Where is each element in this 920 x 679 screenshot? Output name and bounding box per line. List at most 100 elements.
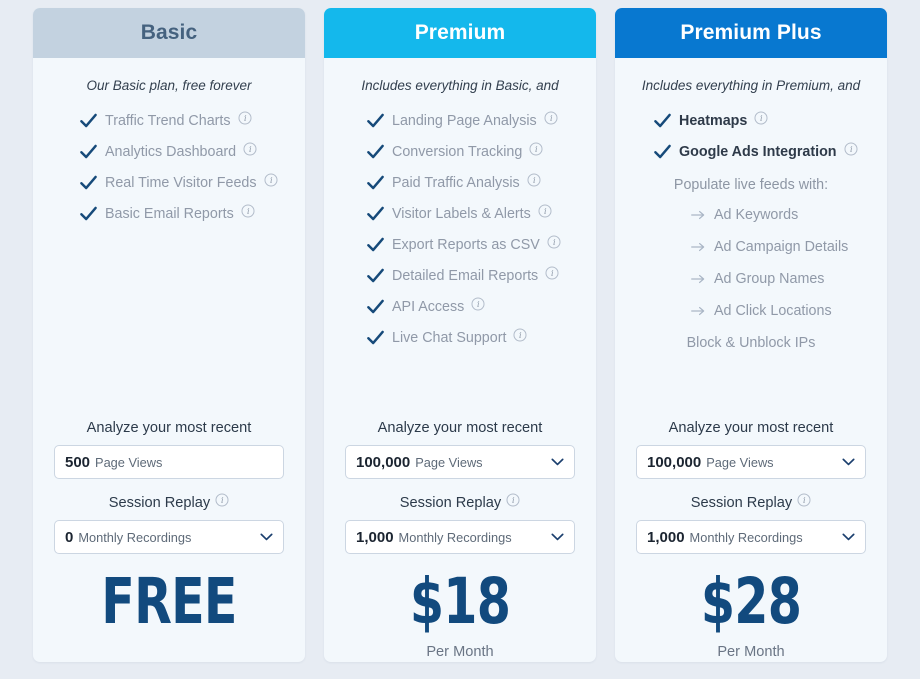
price-area: $28 Per Month bbox=[615, 554, 887, 662]
session-replay-caption: Session Replay i bbox=[636, 493, 866, 511]
check-icon bbox=[367, 206, 384, 221]
info-icon[interactable]: i bbox=[754, 110, 768, 125]
page-views-control: Analyze your most recent 100,000 Page View… bbox=[615, 420, 887, 479]
session-replay-field[interactable]: 1,000 Monthly Recordings bbox=[636, 520, 866, 554]
check-icon bbox=[367, 299, 384, 314]
session-replay-caption-text: Session Replay bbox=[690, 495, 793, 511]
feature-list: Heatmaps i Google Ads Integration i bbox=[615, 97, 887, 167]
price-value: FREE bbox=[101, 565, 237, 638]
svg-text:i: i bbox=[221, 496, 224, 505]
check-icon bbox=[367, 113, 384, 128]
price-period bbox=[33, 644, 305, 662]
plan-title: Basic bbox=[33, 8, 305, 58]
sub-features-title: Populate live feeds with: bbox=[673, 177, 829, 193]
feature-label: Heatmaps bbox=[679, 112, 748, 129]
chevron-down-icon[interactable] bbox=[260, 533, 273, 542]
price-value: $28 bbox=[700, 565, 802, 638]
info-icon[interactable]: i bbox=[263, 172, 278, 187]
session-replay-unit: Monthly Recordings bbox=[398, 529, 512, 545]
sub-feature-item: Ad Campaign Details bbox=[615, 231, 887, 263]
page-views-unit: Page Views bbox=[95, 454, 163, 470]
session-replay-caption: Session Replay i bbox=[345, 493, 575, 511]
check-icon bbox=[367, 144, 384, 159]
session-replay-unit: Monthly Recordings bbox=[78, 529, 192, 545]
svg-text:i: i bbox=[533, 176, 536, 185]
plan-title: Premium Plus bbox=[615, 8, 887, 58]
feature-item: Visitor Labels & Alerts i bbox=[324, 198, 596, 229]
feature-item: Conversion Tracking i bbox=[324, 136, 596, 167]
feature-label: Analytics Dashboard bbox=[105, 143, 237, 160]
check-icon bbox=[367, 175, 384, 190]
feature-item: Export Reports as CSV i bbox=[324, 229, 596, 260]
info-icon[interactable]: i bbox=[538, 203, 552, 218]
session-replay-caption: Session Replay i bbox=[54, 493, 284, 511]
plan-tagline: Our Basic plan, free forever bbox=[86, 78, 252, 93]
info-icon[interactable]: i bbox=[241, 203, 255, 218]
feature-label: Basic Email Reports bbox=[105, 205, 234, 222]
svg-text:i: i bbox=[803, 496, 806, 505]
page-views-caption: Analyze your most recent bbox=[636, 420, 866, 436]
price-period: Per Month bbox=[426, 644, 494, 660]
feature-item: Heatmaps i bbox=[615, 105, 887, 136]
page-views-field[interactable]: 100,000 Page Views bbox=[345, 445, 575, 479]
feature-label: API Access bbox=[392, 298, 465, 315]
info-icon[interactable]: i bbox=[545, 265, 559, 280]
sub-feature-label: Ad Group Names bbox=[714, 271, 825, 287]
info-icon[interactable]: i bbox=[544, 110, 558, 125]
info-icon[interactable]: i bbox=[215, 493, 229, 507]
arrow-right-icon bbox=[691, 306, 705, 316]
page-views-caption-text: Analyze your most recent bbox=[377, 420, 543, 436]
info-icon[interactable]: i bbox=[529, 141, 543, 156]
svg-text:i: i bbox=[550, 114, 553, 123]
feature-label: Landing Page Analysis bbox=[392, 112, 537, 129]
check-icon bbox=[654, 113, 671, 128]
info-icon[interactable]: i bbox=[797, 493, 811, 507]
session-replay-value: 1,000 bbox=[647, 528, 685, 546]
info-icon[interactable]: i bbox=[844, 141, 858, 156]
feature-label: Detailed Email Reports bbox=[392, 267, 539, 284]
info-icon[interactable]: i bbox=[506, 493, 520, 507]
session-replay-control: Session Replay i 1,000 Monthly Recordings bbox=[324, 493, 596, 554]
page-views-caption-text: Analyze your most recent bbox=[86, 420, 252, 436]
check-icon bbox=[367, 330, 384, 345]
feature-label: Real Time Visitor Feeds bbox=[105, 174, 257, 191]
arrow-right-icon bbox=[691, 242, 705, 252]
page-views-caption: Analyze your most recent bbox=[54, 420, 284, 436]
check-icon bbox=[367, 268, 384, 283]
plan-tagline: Includes everything in Basic, and bbox=[361, 78, 559, 93]
feature-label: Conversion Tracking bbox=[392, 143, 523, 160]
svg-text:i: i bbox=[850, 145, 853, 154]
svg-text:i: i bbox=[551, 269, 554, 278]
chevron-down-icon[interactable] bbox=[551, 533, 564, 542]
feature-list: Landing Page Analysis i Conversion Trackin… bbox=[324, 97, 596, 353]
chevron-down-icon[interactable] bbox=[842, 458, 855, 467]
svg-text:i: i bbox=[477, 300, 480, 309]
info-icon[interactable]: i bbox=[527, 172, 541, 187]
price-value: $18 bbox=[409, 565, 511, 638]
session-replay-field[interactable]: 1,000 Monthly Recordings bbox=[345, 520, 575, 554]
info-icon[interactable]: i bbox=[471, 296, 485, 311]
sub-feature-item: Ad Group Names bbox=[615, 263, 887, 295]
info-icon[interactable]: i bbox=[243, 141, 257, 156]
sub-feature-label: Ad Campaign Details bbox=[714, 239, 849, 255]
info-icon[interactable]: i bbox=[238, 110, 252, 125]
page-views-field[interactable]: 500 Page Views bbox=[54, 445, 284, 479]
price-area: $18 Per Month bbox=[324, 554, 596, 662]
chevron-down-icon[interactable] bbox=[842, 533, 855, 542]
feature-label: Export Reports as CSV bbox=[392, 236, 540, 253]
info-icon[interactable]: i bbox=[547, 234, 561, 249]
session-replay-field[interactable]: 0 Monthly Recordings bbox=[54, 520, 284, 554]
chevron-down-icon[interactable] bbox=[551, 458, 564, 467]
svg-text:i: i bbox=[247, 207, 250, 216]
feature-item: Live Chat Support i bbox=[324, 322, 596, 353]
info-icon[interactable]: i bbox=[513, 327, 527, 342]
sub-feature-label: Ad Click Locations bbox=[714, 303, 832, 319]
svg-text:i: i bbox=[519, 331, 522, 340]
page-views-field[interactable]: 100,000 Page Views bbox=[636, 445, 866, 479]
session-replay-control: Session Replay i 0 Monthly Recordings bbox=[33, 493, 305, 554]
feature-label: Google Ads Integration bbox=[679, 143, 837, 160]
feature-item: API Access i bbox=[324, 291, 596, 322]
session-replay-value: 0 bbox=[65, 528, 74, 546]
page-views-value: 500 bbox=[65, 453, 91, 471]
feature-label: Paid Traffic Analysis bbox=[392, 174, 520, 191]
